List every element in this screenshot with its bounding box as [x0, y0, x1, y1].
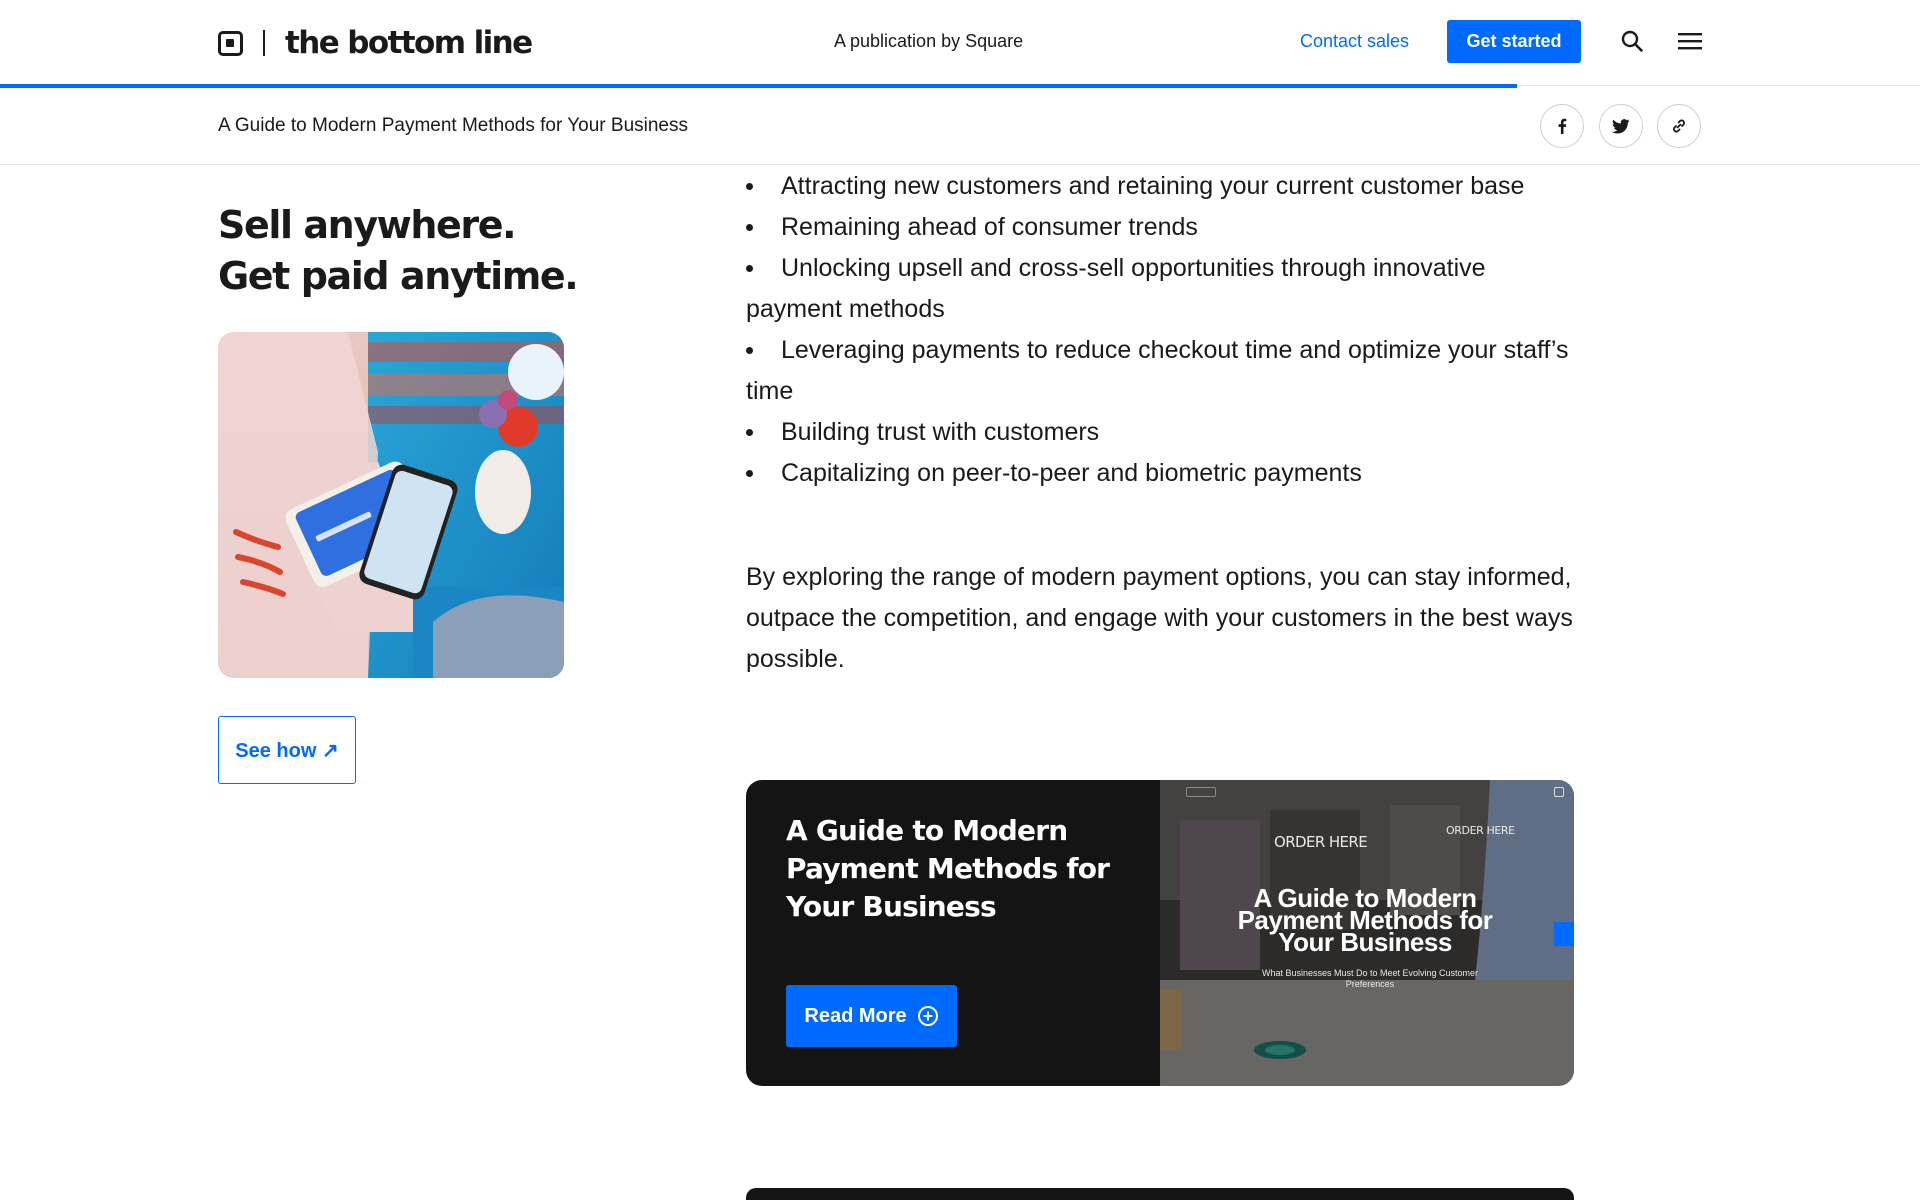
- list-item-text: Unlocking upsell and cross-sell opportun…: [746, 254, 1486, 323]
- video-title-overlay: A Guide to Modern Payment Methods for Yo…: [1237, 883, 1493, 957]
- article-paragraph: By exploring the range of modern payment…: [746, 563, 1573, 673]
- article-subheader: A Guide to Modern Payment Methods for Yo…: [0, 88, 1920, 165]
- scroll-handle[interactable]: [1554, 922, 1574, 946]
- get-started-button[interactable]: Get started: [1447, 20, 1581, 63]
- plus-circle-icon: [917, 1006, 938, 1026]
- list-item-text: Remaining ahead of consumer trends: [781, 213, 1198, 241]
- list-item-text: Capitalizing on peer-to-peer and biometr…: [781, 459, 1362, 487]
- order-here-sign-small: ORDER HERE: [1446, 824, 1515, 837]
- read-more-button[interactable]: Read More: [786, 985, 957, 1047]
- list-item: Leveraging payments to reduce checkout t…: [746, 330, 1576, 412]
- logo-text: the bottom line: [285, 25, 533, 61]
- share-facebook-button[interactable]: [1540, 104, 1584, 148]
- list-item-text: Attracting new customers and retaining y…: [781, 172, 1525, 200]
- see-how-button[interactable]: See how ↗: [218, 716, 356, 784]
- benefits-list: Attracting new customers and retaining y…: [746, 166, 1576, 494]
- list-item: Building trust with customers: [746, 412, 1576, 453]
- facebook-icon: [1558, 118, 1567, 134]
- top-navigation: the bottom line A publication by Square …: [0, 0, 1920, 88]
- copy-link-button[interactable]: [1657, 104, 1701, 148]
- search-icon: [1621, 30, 1643, 52]
- list-item: Remaining ahead of consumer trends: [746, 207, 1576, 248]
- list-item: Unlocking upsell and cross-sell opportun…: [746, 248, 1576, 330]
- share-twitter-button[interactable]: [1599, 104, 1643, 148]
- list-item: Attracting new customers and retaining y…: [746, 166, 1576, 207]
- promo-image-payment-terminal: [218, 332, 564, 678]
- order-here-sign: ORDER HERE: [1274, 833, 1368, 851]
- list-item-text: Leveraging payments to reduce checkout t…: [746, 336, 1569, 405]
- related-article-card: A Guide to Modern Payment Methods for Yo…: [746, 780, 1574, 1086]
- article-title: A Guide to Modern Payment Methods for Yo…: [218, 115, 688, 136]
- video-subtitle-overlay: What Businesses Must Do to Meet Evolving…: [1261, 968, 1479, 989]
- twitter-icon: [1612, 118, 1630, 133]
- square-logo-icon: [218, 30, 243, 56]
- read-more-label: Read More: [804, 1004, 907, 1027]
- menu-button[interactable]: [1675, 26, 1705, 56]
- search-button[interactable]: [1617, 26, 1647, 56]
- card-video-thumbnail[interactable]: ORDER HERE ORDER HERE A Guide to Modern …: [1160, 780, 1574, 1086]
- contact-sales-link[interactable]: Contact sales: [1300, 31, 1409, 52]
- promo-heading: Sell anywhere. Get paid anytime.: [218, 203, 579, 298]
- logo-divider: [263, 30, 265, 56]
- logo[interactable]: the bottom line: [218, 25, 533, 61]
- publication-label: A publication by Square: [834, 31, 1024, 51]
- list-item-text: Building trust with customers: [781, 418, 1100, 446]
- video-controls-icon[interactable]: [1186, 787, 1216, 797]
- square-watermark-icon: [1554, 787, 1564, 797]
- card-title: A Guide to Modern Payment Methods for Yo…: [786, 814, 1110, 923]
- link-icon: [1673, 119, 1685, 133]
- list-item: Capitalizing on peer-to-peer and biometr…: [746, 453, 1576, 494]
- hamburger-menu-icon: [1678, 33, 1702, 50]
- next-card-edge: [746, 1188, 1574, 1200]
